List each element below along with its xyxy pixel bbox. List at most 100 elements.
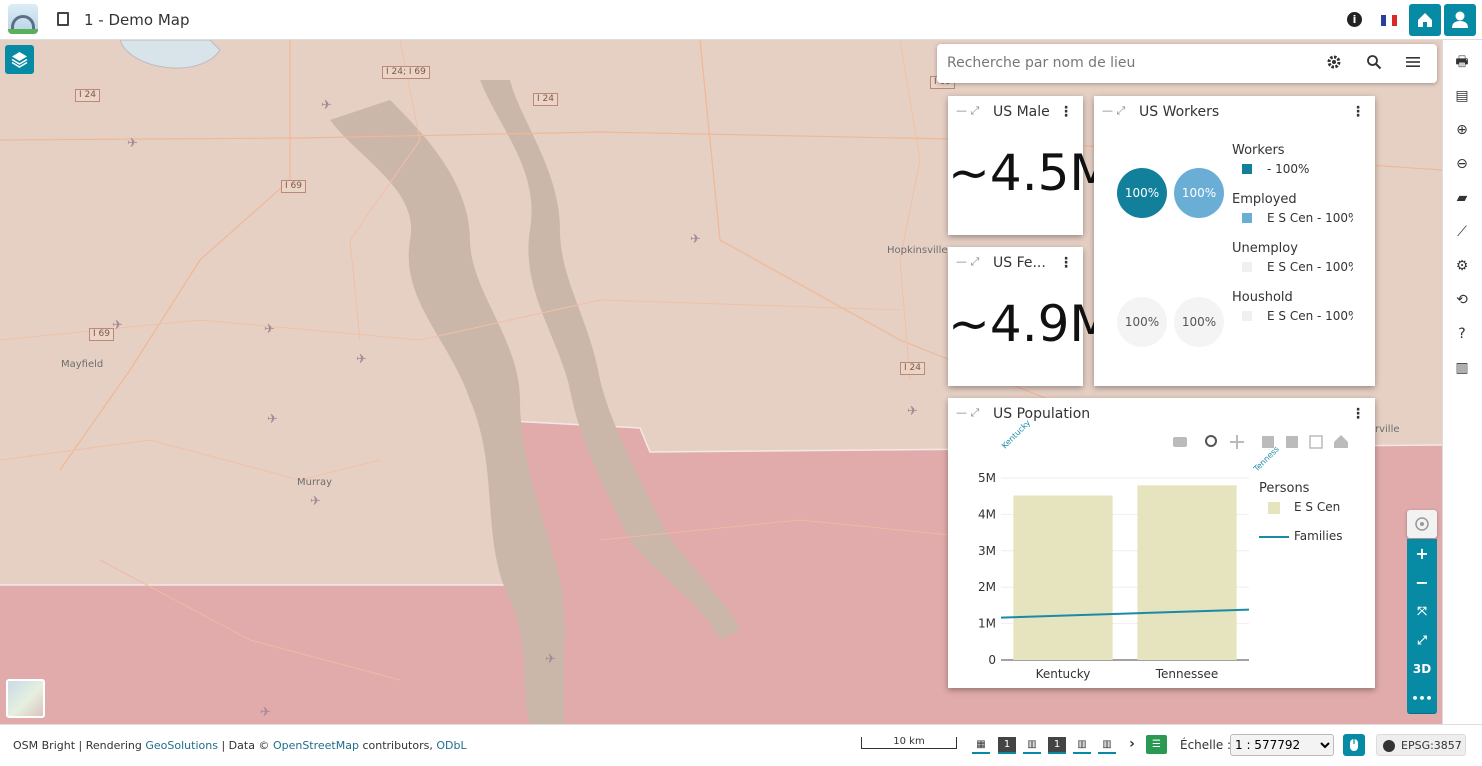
- chart-modebar[interactable]: [1173, 435, 1348, 449]
- airport-icon: ✈: [267, 412, 278, 427]
- x-tick-label: Tennessee: [1155, 667, 1219, 681]
- search-input[interactable]: [945, 54, 1309, 72]
- search-button[interactable]: [1366, 54, 1382, 74]
- collapse-expand-icon[interactable]: — ⤢: [956, 255, 979, 269]
- legend-entry[interactable]: Families: [1294, 529, 1342, 543]
- zoom-out-button[interactable]: −: [1407, 568, 1437, 598]
- place-label: Hopkinsville: [887, 245, 948, 256]
- legend-line-swatch: [1259, 536, 1289, 538]
- mapstore-logo[interactable]: [8, 4, 38, 34]
- top-bar: 1 - Demo Map i: [0, 0, 1482, 40]
- camera-icon: [1173, 437, 1187, 447]
- burger-menu-button[interactable]: [1405, 54, 1421, 74]
- osm-link[interactable]: OpenStreetMap: [273, 739, 359, 752]
- legend-entry: E S Cen - 100%: [1267, 211, 1353, 225]
- chart-widget-icon[interactable]: ▥: [1098, 737, 1116, 754]
- locate-button[interactable]: [1407, 510, 1437, 538]
- airport-icon: ✈: [545, 652, 556, 667]
- legend-bar-swatch: [1268, 502, 1280, 514]
- layers-icon: [11, 52, 28, 68]
- airport-icon: ✈: [260, 705, 271, 720]
- full-extent-button[interactable]: ⤧: [1407, 597, 1437, 627]
- widget-list-button[interactable]: ☰: [1146, 735, 1167, 754]
- counter-widget-icon[interactable]: 1: [998, 737, 1016, 754]
- crosshair-icon: [1415, 517, 1429, 531]
- help-icon[interactable]: ?: [1454, 326, 1470, 342]
- highway-shield: I 24: [75, 89, 100, 102]
- fullscreen-button[interactable]: ⤢: [1407, 626, 1437, 656]
- widget-us-workers[interactable]: — ⤢ US Workers ⋮ 100% 100% 100% 100% Wor…: [1094, 96, 1375, 386]
- settings-gear-icon[interactable]: ⚙: [1454, 258, 1470, 274]
- gear-icon: [1327, 55, 1341, 69]
- place-label: Murray: [297, 477, 333, 488]
- highway-shield: I 24; I 69: [382, 66, 430, 79]
- widget-menu-icon[interactable]: ⋮: [1059, 104, 1073, 120]
- crs-selector[interactable]: EPSG:3857: [1376, 734, 1466, 756]
- widget-title: US Male: [993, 104, 1050, 120]
- counter-widget-icon[interactable]: 1: [1048, 737, 1066, 754]
- widget-header: — ⤢ US Fe... ⋮: [948, 247, 1083, 279]
- x-tick-label: Kentucky: [1036, 667, 1091, 681]
- attribution: OSM Bright | Rendering GeoSolutions | Da…: [13, 739, 467, 752]
- menu-icon: [1406, 57, 1420, 67]
- info-icon[interactable]: i: [1347, 12, 1362, 27]
- user-icon: [1452, 11, 1468, 28]
- language-flag-icon[interactable]: [1381, 15, 1397, 26]
- more-options-button[interactable]: •••: [1407, 684, 1437, 714]
- geosolutions-link[interactable]: GeoSolutions: [145, 739, 218, 752]
- legend-entry: - 100%: [1267, 162, 1310, 176]
- print-icon[interactable]: 🖶: [1454, 54, 1470, 70]
- y-tick-label: 3M: [978, 544, 996, 558]
- airport-icon: ✈: [127, 136, 138, 151]
- background-selector-thumbnail[interactable]: [6, 679, 45, 718]
- y-tick-label: 5M: [978, 471, 996, 485]
- user-button[interactable]: [1444, 4, 1476, 36]
- book-icon[interactable]: ▥: [1454, 360, 1470, 376]
- place-label: rville: [1375, 424, 1400, 435]
- highway-shield: I 69: [89, 328, 114, 341]
- folder-icon[interactable]: ▰: [1454, 190, 1470, 206]
- document-icon[interactable]: ▤: [1454, 88, 1470, 104]
- share-icon[interactable]: ⟲: [1454, 292, 1470, 308]
- legend-title: Employed: [1232, 192, 1297, 207]
- chart-widget-icon[interactable]: ▥: [1023, 737, 1041, 754]
- crs-label: EPSG:3857: [1401, 739, 1462, 752]
- legend-title: Houshold: [1232, 290, 1293, 305]
- home-button[interactable]: [1409, 4, 1441, 36]
- autoscale-icon: [1309, 435, 1323, 449]
- ruler-icon[interactable]: ⟋: [1454, 224, 1470, 240]
- widget-us-male[interactable]: — ⤢ US Male ⋮ ~4.5M: [948, 96, 1113, 235]
- footer-bar: OSM Bright | Rendering GeoSolutions | Da…: [0, 724, 1482, 766]
- map-info-icon[interactable]: [57, 12, 69, 26]
- widget-us-population[interactable]: — ⤢ US Population ⋮ 0 1M 2M 3M 4M 5M Kentucky…: [948, 398, 1375, 688]
- airport-icon: ✈: [321, 98, 332, 113]
- widget-menu-icon[interactable]: ⋮: [1351, 104, 1365, 120]
- y-axis-ticks: 0 1M 2M 3M 4M 5M: [978, 471, 996, 667]
- legend-entry[interactable]: E S Cen: [1294, 500, 1340, 514]
- bar: [1137, 485, 1237, 660]
- search-settings-button[interactable]: [1326, 54, 1342, 74]
- collapse-expand-icon[interactable]: — ⤢: [1102, 104, 1125, 118]
- scale-select[interactable]: 1 : 577792: [1230, 734, 1334, 756]
- widget-us-female[interactable]: — ⤢ US Fe... ⋮ ~4.9M: [948, 247, 1113, 386]
- widget-menu-icon[interactable]: ⋮: [1059, 255, 1073, 271]
- collapse-expand-icon[interactable]: — ⤢: [956, 104, 979, 118]
- odbl-link[interactable]: ODbL: [436, 739, 466, 752]
- place-label: Mayfield: [61, 359, 104, 370]
- pie-chart: 100%: [1117, 168, 1167, 218]
- zoom-in-button[interactable]: +: [1407, 539, 1437, 569]
- download-icon[interactable]: ⊖: [1454, 156, 1470, 172]
- chart-widget-icon[interactable]: ▥: [1073, 737, 1091, 754]
- pan-icon: [1230, 435, 1244, 449]
- upload-icon[interactable]: ⊕: [1454, 122, 1470, 138]
- legend-title: Unemploy: [1232, 241, 1298, 256]
- mouse-position-toggle[interactable]: [1343, 734, 1365, 756]
- pie-chart: 100%: [1117, 297, 1167, 347]
- 3d-button[interactable]: 3D: [1407, 655, 1437, 685]
- chevron-right-icon[interactable]: ›: [1123, 737, 1141, 752]
- highway-shield: I 24: [533, 93, 558, 106]
- airport-icon: ✈: [907, 404, 918, 419]
- table-widget-icon[interactable]: ▦: [972, 737, 990, 754]
- x-axis-ticks: Kentucky Tennessee: [1036, 667, 1219, 681]
- layers-button[interactable]: [5, 45, 34, 74]
